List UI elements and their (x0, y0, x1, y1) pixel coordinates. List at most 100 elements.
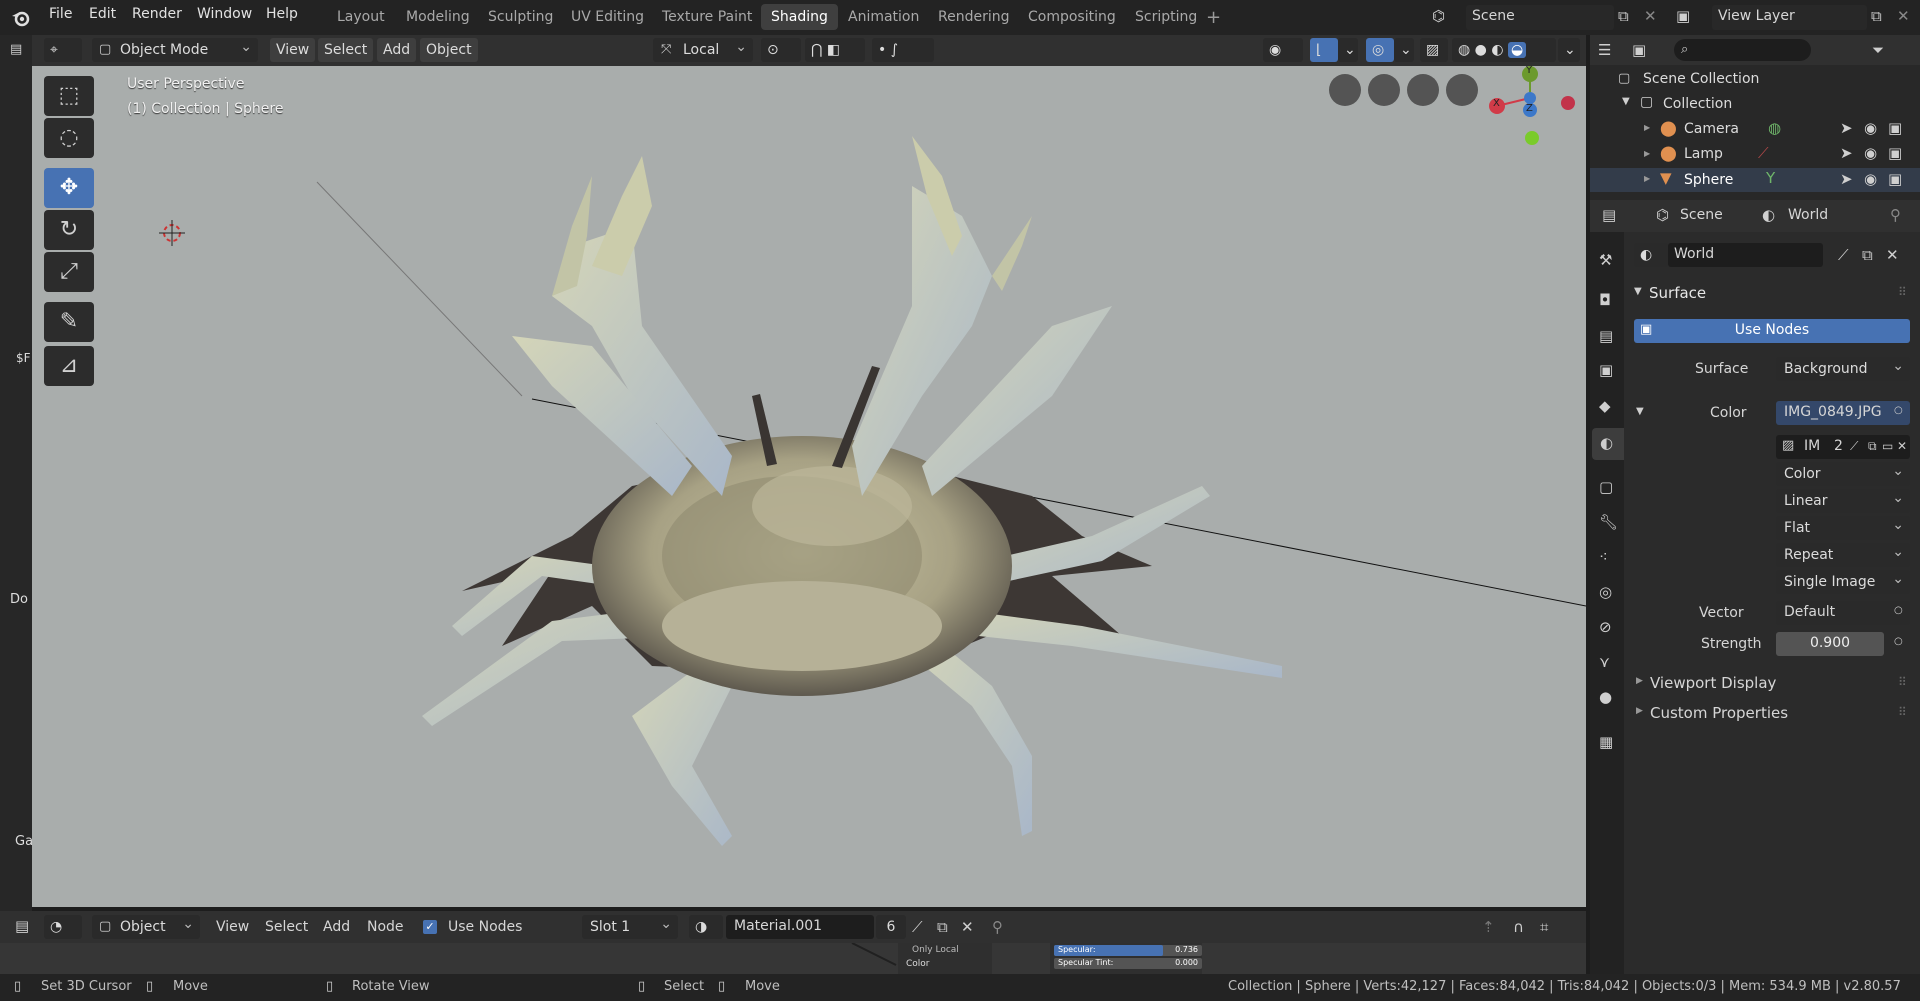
use-nodes-checkbox[interactable]: ✓ (423, 920, 437, 934)
node-menu-view[interactable]: View (216, 919, 249, 935)
shading-dropdown[interactable]: ⌄ (1558, 38, 1580, 62)
material-users[interactable]: 6 (876, 915, 906, 939)
material-browse-icon[interactable]: ◑ (689, 915, 723, 939)
menu-file[interactable]: File (49, 6, 72, 22)
visibility-dropdown[interactable]: ◉ (1263, 38, 1303, 62)
add-workspace-icon[interactable]: + (1206, 9, 1221, 27)
sphere-render-icon[interactable]: ▣ (1888, 172, 1902, 187)
camera-select-icon[interactable]: ➤ (1840, 121, 1853, 136)
lamp-render-icon[interactable]: ▣ (1888, 146, 1902, 161)
scene-field[interactable]: Scene (1466, 5, 1614, 30)
object-tab-icon[interactable]: ▢ (1599, 480, 1613, 495)
outliner-item-camera[interactable]: Camera (1684, 121, 1739, 137)
view-layer-tab-icon[interactable]: ▣ (1599, 363, 1613, 378)
camera-view-icon[interactable] (1368, 74, 1400, 106)
pan-hand-icon[interactable] (1407, 74, 1439, 106)
node-menu-select[interactable]: Select (265, 919, 308, 935)
tab-scripting[interactable]: Scripting (1125, 4, 1207, 30)
slot-dropdown[interactable]: Slot 1 (582, 912, 678, 939)
unlink-world-icon[interactable]: ✕ (1886, 248, 1899, 263)
outliner-collection[interactable]: Collection (1663, 96, 1732, 112)
texture-tab-icon[interactable]: ▦ (1599, 735, 1613, 750)
custom-properties-panel[interactable]: Custom Properties (1650, 704, 1788, 722)
delete-scene-icon[interactable]: ✕ (1644, 9, 1657, 24)
drag-handle-icon[interactable]: ⠿ (1898, 706, 1907, 718)
new-world-icon[interactable]: ⧉ (1862, 248, 1873, 263)
select-box-tool[interactable]: ⬚ (44, 76, 94, 116)
snapping-icon[interactable]: ∩ (1513, 920, 1524, 935)
particles-tab-icon[interactable]: ⁖ (1599, 550, 1608, 565)
snap-element-icon[interactable]: ⌗ (1540, 920, 1548, 935)
viewport-menu-view[interactable]: View (270, 38, 316, 62)
context-world[interactable]: World (1788, 207, 1828, 223)
shader-type-dropdown[interactable]: ▢ Object (92, 912, 200, 939)
interpolation-dropdown[interactable]: Linear (1776, 486, 1910, 513)
drag-handle-icon[interactable]: ⠿ (1898, 286, 1907, 298)
tool-tab-icon[interactable]: ⚒ (1599, 253, 1612, 268)
modifier-tab-icon[interactable]: 🔧︎ (1599, 515, 1618, 530)
node-editor-area[interactable]: Only Local Color Specular: 0.736 Specula… (0, 943, 1586, 974)
3d-viewport[interactable]: User Perspective (1) Collection | Sphere… (32, 66, 1586, 907)
new-scene-icon[interactable]: ⧉ (1618, 9, 1629, 24)
parent-node-icon[interactable]: ⇡ (1482, 920, 1495, 935)
shading-mode-buttons[interactable]: ◍ ● ◐ ◒ (1452, 38, 1556, 62)
strength-link-icon[interactable]: ○ (1894, 637, 1903, 647)
strength-field[interactable]: 0.900 (1776, 632, 1884, 656)
annotate-tool[interactable]: ✎ (44, 302, 94, 342)
new-view-layer-icon[interactable]: ⧉ (1871, 9, 1882, 24)
camera-render-icon[interactable]: ▣ (1888, 121, 1902, 136)
viewport-menu-select[interactable]: Select (318, 38, 374, 62)
tab-rendering[interactable]: Rendering (928, 4, 1020, 30)
mode-dropdown[interactable]: ▢ Object Mode (92, 35, 258, 62)
cursor-tool[interactable]: ◌ (44, 118, 94, 158)
mesh-data-icon[interactable]: Y (1766, 171, 1775, 186)
fake-user-icon[interactable]: ⟋ (912, 920, 923, 935)
outliner-type-icon[interactable]: ☰ (1598, 43, 1611, 58)
editor-type-icon[interactable]: ▤ (10, 43, 22, 56)
render-tab-icon[interactable]: ◘ (1599, 293, 1611, 308)
lamp-select-icon[interactable]: ➤ (1840, 146, 1853, 161)
overlay-dropdown[interactable]: ⌄ (1394, 38, 1414, 62)
gizmo-dropdown[interactable]: ⌄ (1338, 38, 1358, 62)
specular-tint-slider[interactable]: Specular Tint: 0.000 (1054, 958, 1202, 969)
outliner-item-sphere[interactable]: Sphere (1684, 172, 1733, 188)
scene-tab-icon[interactable]: ◆ (1599, 399, 1611, 414)
toggle-perspective-icon[interactable] (1329, 74, 1361, 106)
material-tab-icon[interactable]: ● (1599, 690, 1612, 705)
view-layer-field[interactable]: View Layer (1712, 5, 1867, 30)
sphere-visibility-eye-icon[interactable]: ◉ (1864, 172, 1877, 187)
tab-compositing[interactable]: Compositing (1018, 4, 1126, 30)
filter-icon[interactable]: ⏷ (1872, 43, 1884, 58)
output-tab-icon[interactable]: ▤ (1599, 329, 1613, 344)
tab-modeling[interactable]: Modeling (396, 4, 480, 30)
collection-expand-icon[interactable]: ▼ (1622, 97, 1630, 107)
measure-tool[interactable]: ⊿ (44, 346, 94, 386)
menu-edit[interactable]: Edit (89, 6, 116, 22)
transform-orientation-dropdown[interactable]: ⤧ Local (653, 35, 753, 62)
projection-dropdown[interactable]: Flat (1776, 513, 1910, 540)
viewport-menu-object[interactable]: Object (420, 38, 478, 62)
node-editor-type-dropdown[interactable]: ◔ (44, 915, 82, 939)
node-menu-node[interactable]: Node (367, 919, 404, 935)
overlay-toggle[interactable]: ◎ (1366, 38, 1394, 62)
tab-animation[interactable]: Animation (838, 4, 929, 30)
vector-field[interactable]: Default ○ (1776, 601, 1910, 625)
outliner-search-input[interactable]: ⌕ (1674, 39, 1811, 61)
3d-cursor[interactable] (159, 220, 185, 246)
blender-logo-icon[interactable] (10, 8, 32, 28)
surface-shader-dropdown[interactable]: Background (1776, 354, 1910, 381)
delete-view-layer-icon[interactable]: ✕ (1897, 9, 1910, 24)
color-image-node-field[interactable]: IMG_0849.JPG ○ (1776, 401, 1910, 425)
constraints-tab-icon[interactable]: ⊘ (1599, 620, 1612, 635)
properties-editor-type-icon[interactable]: ▤ (1602, 208, 1616, 223)
image-datablock-field[interactable]: ▨ IM 2 ⟋ ⧉ ▭ ✕ (1776, 435, 1910, 459)
proportional-edit-toggle[interactable]: • ∫ (872, 38, 934, 62)
xray-toggle[interactable]: ▨ (1420, 38, 1448, 62)
viewport-display-panel[interactable]: Viewport Display (1650, 674, 1776, 692)
viewport-menu-add[interactable]: Add (377, 38, 417, 62)
source-dropdown[interactable]: Single Image (1776, 567, 1910, 594)
data-tab-icon[interactable]: ⋎ (1599, 655, 1610, 670)
tab-layout[interactable]: Layout (327, 4, 395, 30)
gizmo-toggle[interactable]: ⌊ (1310, 38, 1338, 62)
duplicate-material-icon[interactable]: ⧉ (937, 920, 948, 935)
